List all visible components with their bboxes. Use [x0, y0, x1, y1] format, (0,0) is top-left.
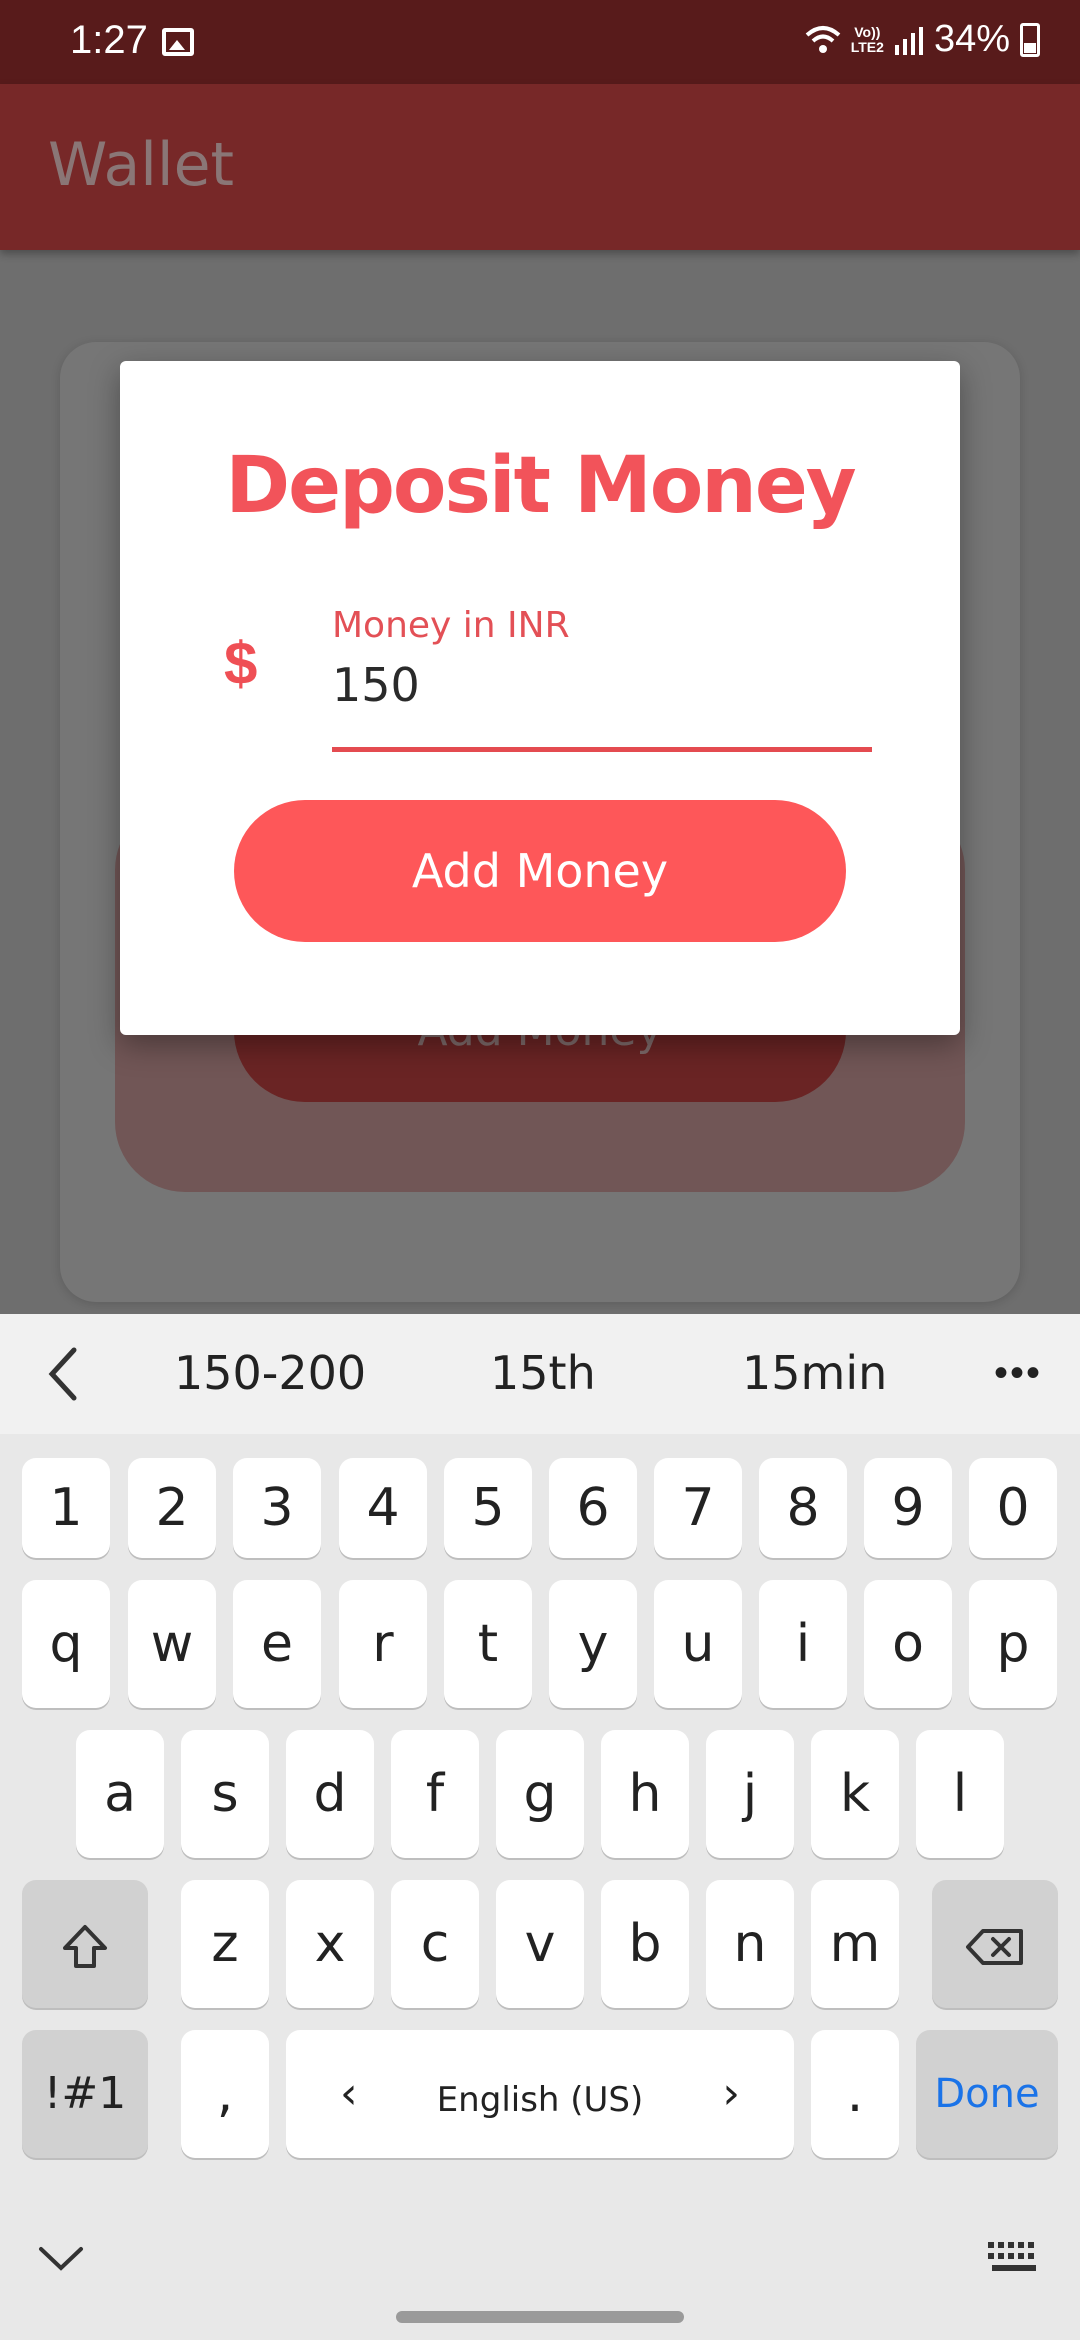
key-1[interactable]: 1	[22, 1458, 110, 1558]
key-v[interactable]: v	[496, 1880, 584, 2008]
amount-field-underline	[332, 747, 872, 752]
shift-icon	[63, 1925, 107, 1968]
key-y[interactable]: y	[549, 1580, 637, 1708]
language-label: English (US)	[436, 2080, 644, 2120]
key-z[interactable]: z	[181, 1880, 269, 2008]
more-options-icon[interactable]: •••	[994, 1353, 1042, 1393]
image-notification-icon	[162, 28, 194, 56]
symbols-key[interactable]: !#1	[22, 2030, 148, 2158]
key-x[interactable]: x	[286, 1880, 374, 2008]
key-a[interactable]: a	[76, 1730, 164, 1858]
key-o[interactable]: o	[864, 1580, 952, 1708]
key-h[interactable]: h	[601, 1730, 689, 1858]
key-6[interactable]: 6	[549, 1458, 637, 1558]
key-7[interactable]: 7	[654, 1458, 742, 1558]
status-bar: 1:27 Vo)) LTE2 34%	[0, 0, 1080, 84]
wifi-icon	[805, 25, 841, 53]
key-m[interactable]: m	[811, 1880, 899, 2008]
shift-key[interactable]	[22, 1880, 148, 2008]
key-4[interactable]: 4	[339, 1458, 427, 1558]
suggestion-1[interactable]: 150-200	[174, 1346, 366, 1400]
keyboard-icon[interactable]	[986, 2240, 1042, 2276]
chevron-down-icon[interactable]	[38, 2246, 84, 2272]
amount-field-label: Money in INR	[332, 605, 570, 646]
backspace-icon	[966, 1929, 1023, 1965]
chevron-left-icon[interactable]	[44, 1346, 84, 1402]
key-5[interactable]: 5	[444, 1458, 532, 1558]
lang-next-icon: ›	[722, 2068, 740, 2119]
key-9[interactable]: 9	[864, 1458, 952, 1558]
key-d[interactable]: d	[286, 1730, 374, 1858]
key-w[interactable]: w	[128, 1580, 216, 1708]
add-money-button[interactable]: Add Money	[234, 800, 846, 942]
key-f[interactable]: f	[391, 1730, 479, 1858]
key-2[interactable]: 2	[128, 1458, 216, 1558]
suggestion-3[interactable]: 15min	[742, 1346, 887, 1400]
app-bar: Wallet	[0, 84, 1080, 250]
comma-key[interactable]: ,	[181, 2030, 269, 2158]
key-u[interactable]: u	[654, 1580, 742, 1708]
key-3[interactable]: 3	[233, 1458, 321, 1558]
done-key[interactable]: Done	[916, 2030, 1058, 2158]
status-indicators: Vo)) LTE2 34%	[805, 18, 1040, 61]
backspace-key[interactable]	[932, 1880, 1058, 2008]
key-l[interactable]: l	[916, 1730, 1004, 1858]
key-8[interactable]: 8	[759, 1458, 847, 1558]
suggestion-bar: 150-200 15th 15min •••	[0, 1314, 1080, 1434]
key-n[interactable]: n	[706, 1880, 794, 2008]
lte-label: LTE2	[850, 38, 884, 55]
battery-icon	[1020, 22, 1040, 57]
key-c[interactable]: c	[391, 1880, 479, 2008]
key-p[interactable]: p	[969, 1580, 1057, 1708]
lang-prev-icon: ‹	[340, 2068, 358, 2119]
status-time: 1:27	[70, 18, 148, 62]
period-key[interactable]: .	[811, 2030, 899, 2158]
soft-keyboard: 150-200 15th 15min ••• 1 2 3 4 5 6 7 8 9…	[0, 1314, 1080, 2340]
amount-input[interactable]	[332, 653, 872, 717]
volte-label: Vo))	[854, 23, 881, 40]
key-t[interactable]: t	[444, 1580, 532, 1708]
space-key[interactable]: ‹ English (US) ›	[286, 2030, 794, 2158]
home-indicator[interactable]	[396, 2311, 684, 2323]
key-k[interactable]: k	[811, 1730, 899, 1858]
key-j[interactable]: j	[706, 1730, 794, 1858]
key-0[interactable]: 0	[969, 1458, 1057, 1558]
app-title: Wallet	[48, 130, 235, 200]
key-b[interactable]: b	[601, 1880, 689, 2008]
volte-indicator: Vo)) LTE2	[850, 23, 884, 55]
key-i[interactable]: i	[759, 1580, 847, 1708]
key-e[interactable]: e	[233, 1580, 321, 1708]
key-s[interactable]: s	[181, 1730, 269, 1858]
key-r[interactable]: r	[339, 1580, 427, 1708]
signal-icon	[894, 26, 923, 55]
deposit-dialog: Deposit Money $ Money in INR Add Money	[120, 361, 960, 1035]
suggestion-2[interactable]: 15th	[490, 1346, 596, 1400]
key-g[interactable]: g	[496, 1730, 584, 1858]
dialog-title: Deposit Money	[225, 441, 856, 531]
battery-percent: 34%	[933, 18, 1010, 60]
key-q[interactable]: q	[22, 1580, 110, 1708]
dollar-icon: $	[224, 630, 258, 697]
